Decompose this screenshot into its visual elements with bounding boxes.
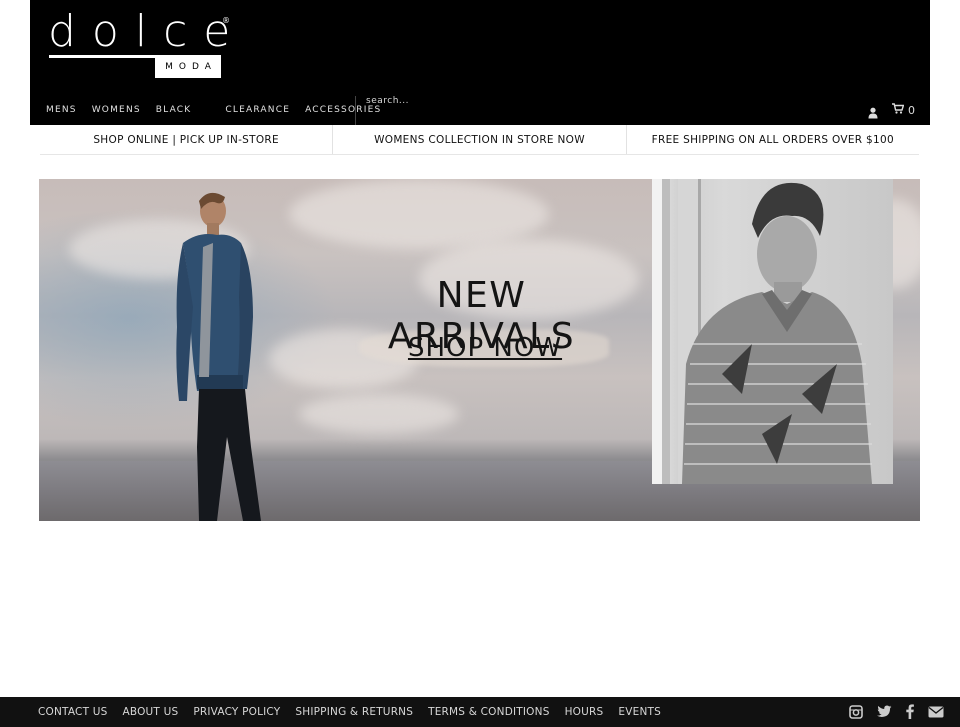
- search-input[interactable]: [366, 94, 596, 108]
- footer-link-privacy[interactable]: PRIVACY POLICY: [193, 706, 280, 718]
- email-icon[interactable]: [928, 706, 944, 718]
- promo-womens-collection[interactable]: WOMENS COLLECTION IN STORE NOW: [332, 125, 625, 154]
- nav-item-mens[interactable]: MENS: [46, 104, 77, 116]
- cart-icon: [892, 103, 908, 117]
- brand-sub-label: MODA: [155, 55, 221, 78]
- footer-links: CONTACT US ABOUT US PRIVACY POLICY SHIPP…: [38, 706, 676, 718]
- promo-bar: SHOP ONLINE | PICK UP IN-STORE WOMENS CO…: [40, 125, 919, 155]
- footer-link-terms[interactable]: TERMS & CONDITIONS: [428, 706, 549, 718]
- cloud: [289, 179, 549, 249]
- shop-now-link[interactable]: SHOP NOW: [405, 333, 565, 363]
- model-photo-right: [652, 179, 893, 484]
- hero-banner[interactable]: NEW ARRIVALS SHOP NOW: [39, 179, 920, 521]
- social-links: [835, 704, 944, 719]
- registered-mark: ®: [222, 16, 230, 25]
- site-header: dolce ® MODA MENS WOMENS BLACK CLEARANCE…: [30, 0, 930, 125]
- footer-link-contact[interactable]: CONTACT US: [38, 706, 107, 718]
- cloud: [299, 394, 459, 434]
- facebook-icon[interactable]: [906, 704, 914, 719]
- model-figure-left: [176, 192, 261, 521]
- footer-link-about[interactable]: ABOUT US: [122, 706, 178, 718]
- promo-free-shipping[interactable]: FREE SHIPPING ON ALL ORDERS OVER $100: [625, 125, 919, 154]
- nav-divider: [355, 96, 356, 125]
- instagram-icon[interactable]: [849, 704, 863, 719]
- user-account-icon[interactable]: [868, 104, 878, 119]
- footer-link-shipping[interactable]: SHIPPING & RETURNS: [295, 706, 413, 718]
- brand-wordmark: dolce: [48, 6, 247, 57]
- twitter-icon[interactable]: [877, 705, 892, 718]
- footer-link-events[interactable]: EVENTS: [618, 706, 661, 718]
- footer-link-hours[interactable]: HOURS: [565, 706, 604, 718]
- site-footer: CONTACT US ABOUT US PRIVACY POLICY SHIPP…: [0, 697, 960, 727]
- promo-pickup[interactable]: SHOP ONLINE | PICK UP IN-STORE: [40, 125, 332, 154]
- cart-count: 0: [908, 103, 915, 117]
- nav-item-womens[interactable]: WOMENS: [92, 104, 141, 116]
- nav-item-clearance[interactable]: CLEARANCE: [225, 104, 290, 116]
- nav-item-black[interactable]: BLACK: [156, 104, 192, 116]
- main-nav: MENS WOMENS BLACK CLEARANCE ACCESSORIES: [46, 104, 396, 116]
- brand-logo[interactable]: dolce ® MODA: [48, 8, 232, 80]
- cart-button[interactable]: 0: [892, 103, 915, 117]
